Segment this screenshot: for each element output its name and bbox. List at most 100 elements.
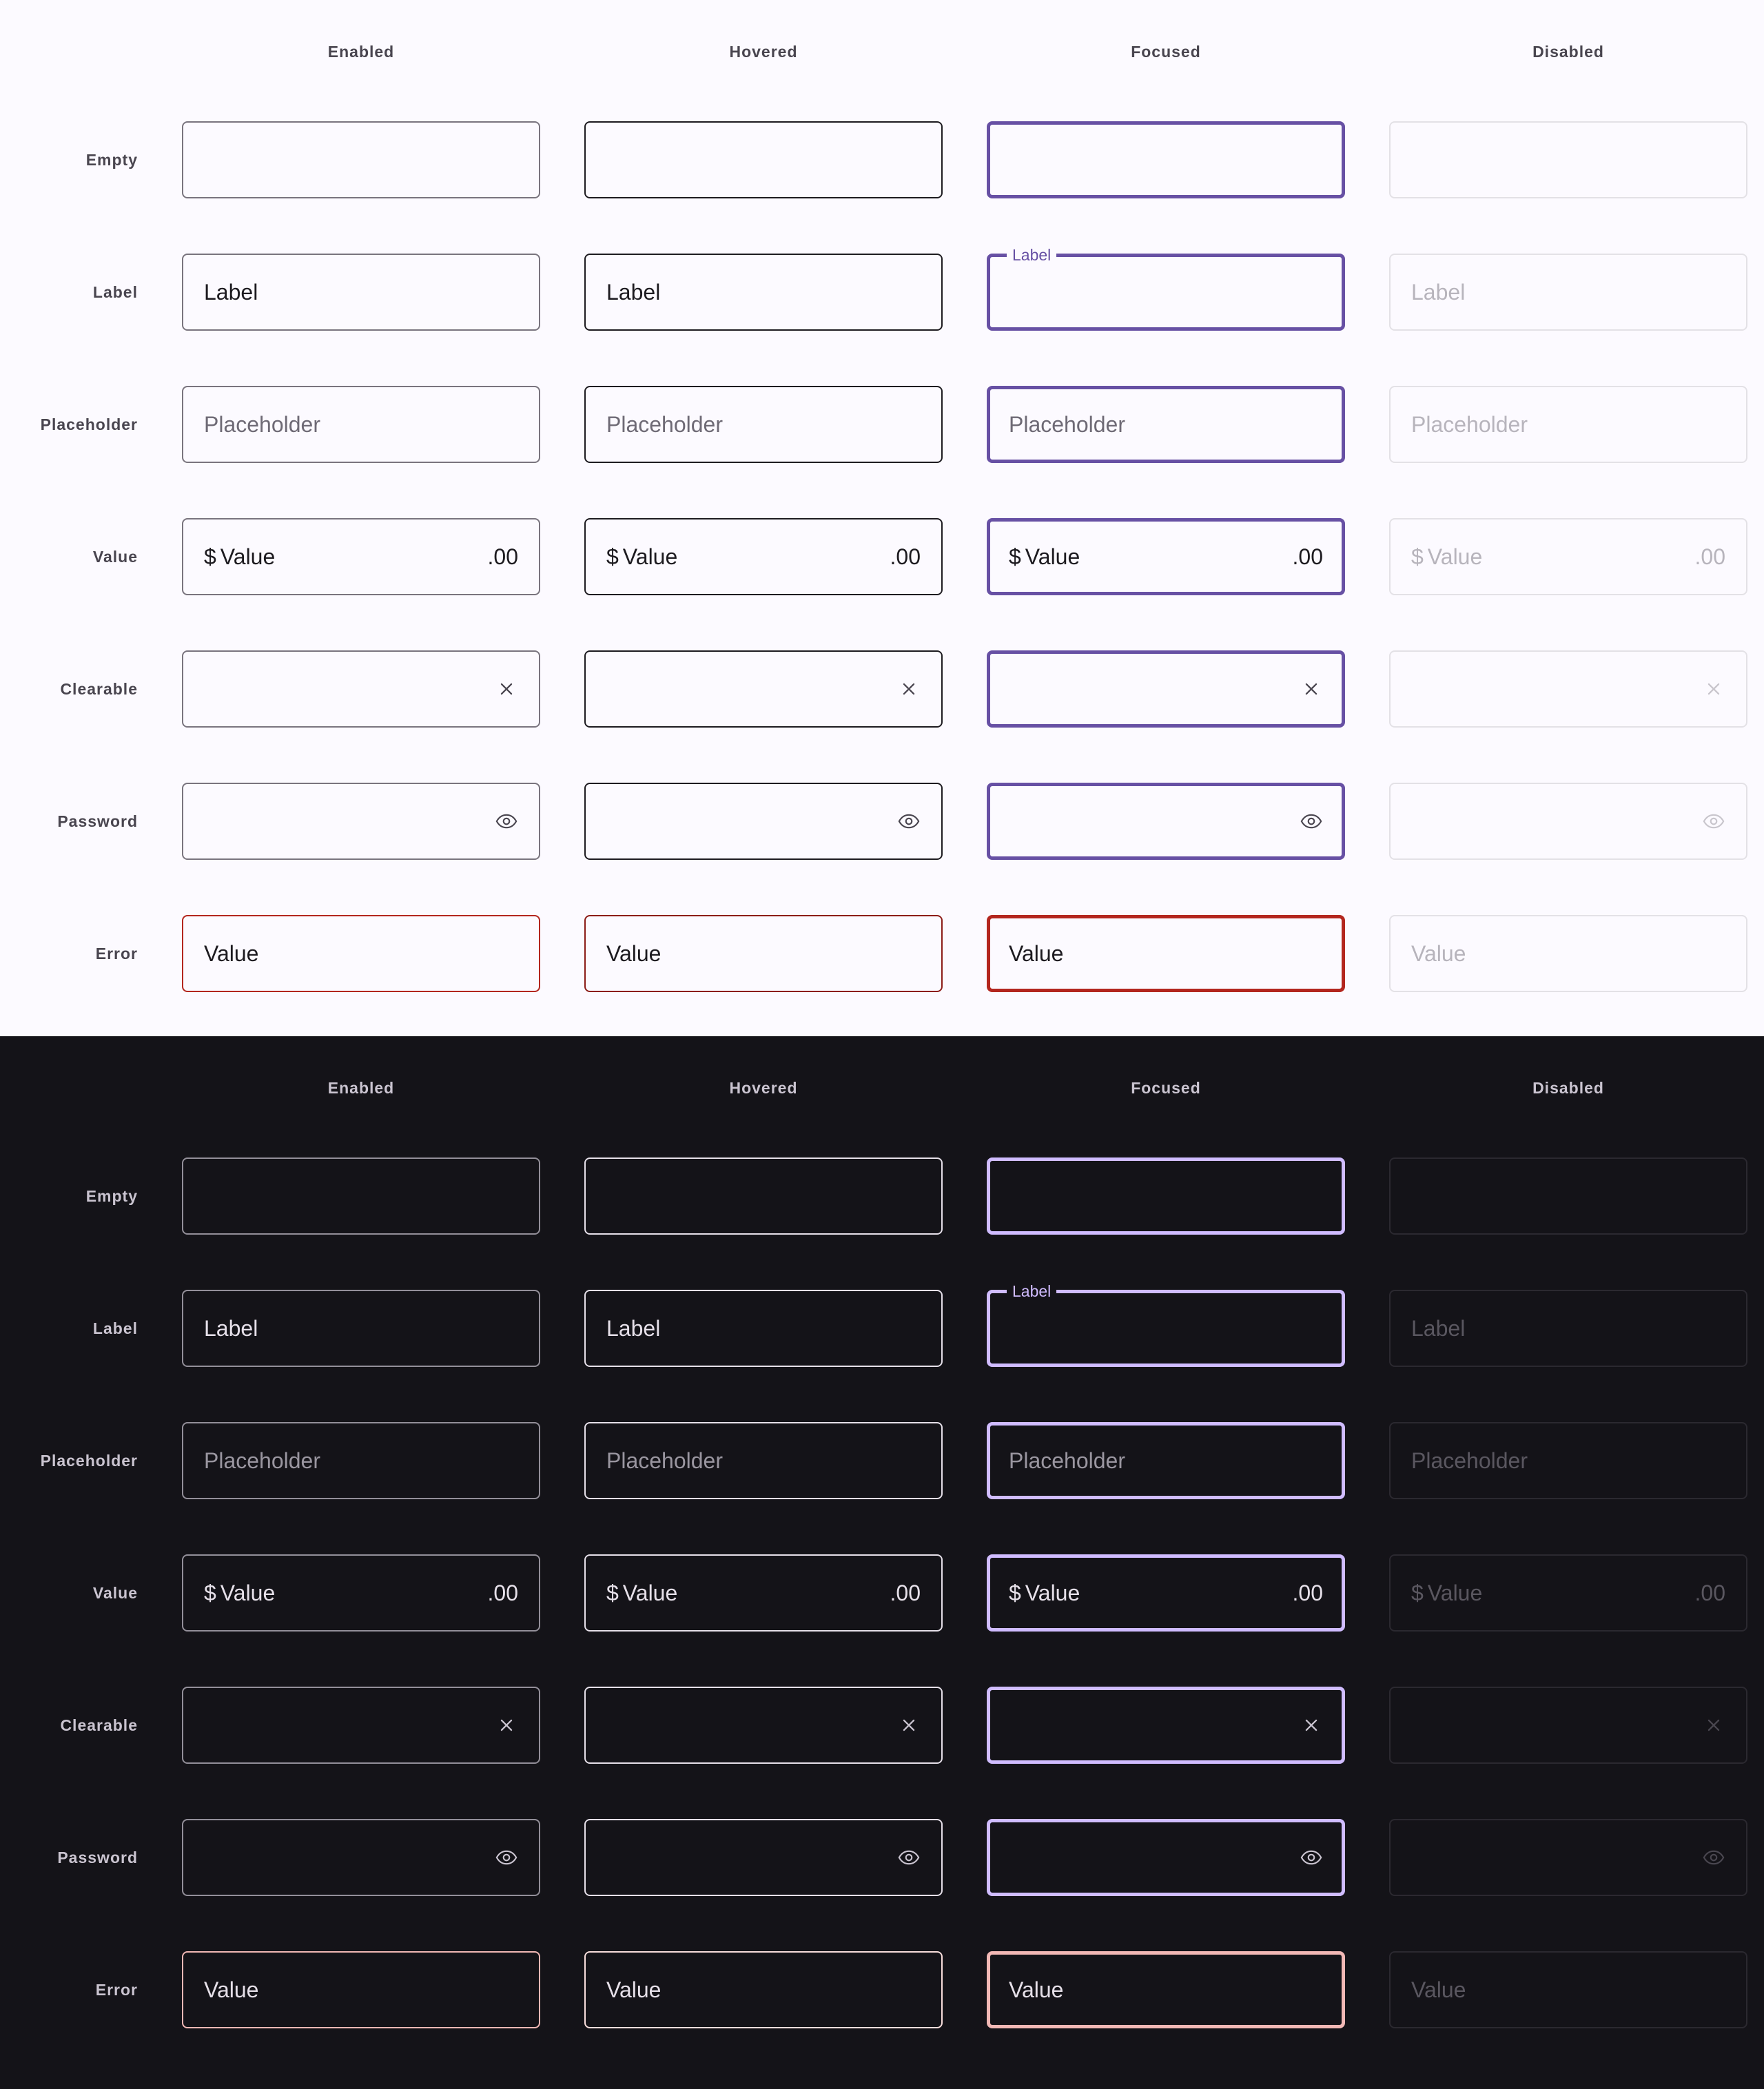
prefix-text: $ [606,544,619,569]
text-field-placeholder-enabled[interactable]: Placeholder [182,1422,540,1499]
row-header-password: Password [57,812,138,830]
column-header-enabled: Enabled [327,43,395,61]
text-field-label-hovered[interactable]: Label [584,1290,943,1367]
text-field-clearable-focused[interactable] [987,650,1345,728]
text-field-password-enabled[interactable] [182,1819,540,1896]
text-field-error-hovered[interactable]: Value [584,1951,943,2028]
text-field-error-enabled[interactable]: Value [182,1951,540,2028]
value-text: Value [1025,544,1080,569]
value-text: Value [1009,940,1064,966]
field-label: Label [606,279,661,305]
text-field-value-hovered[interactable]: $ Value .00 [584,518,943,595]
text-field-password-focused[interactable] [987,783,1345,860]
eye-icon[interactable] [495,1846,518,1869]
text-field-clearable-focused[interactable] [987,1687,1345,1764]
row-header-value: Value [92,548,138,566]
eye-icon[interactable] [897,1846,921,1869]
placeholder-text: Placeholder [1411,411,1528,437]
field-label: Label [1411,279,1466,305]
text-field-label-focused[interactable]: Label [987,245,1345,331]
row-header-empty: Empty [85,151,138,169]
text-field-placeholder-focused[interactable]: Placeholder [987,1422,1345,1499]
text-field-error-hovered[interactable]: Value [584,915,943,992]
row-header-error: Error [95,1981,138,1999]
field-label: Label [204,279,258,305]
value-text: Value [1025,1580,1080,1605]
suffix-text: .00 [890,1580,921,1605]
row-header-clearable: Clearable [60,680,138,698]
floating-label: Label [1007,1281,1057,1301]
close-icon [1702,677,1725,701]
placeholder-text: Placeholder [204,1448,320,1473]
row-header-clearable: Clearable [60,1716,138,1734]
close-icon[interactable] [1300,677,1323,701]
text-field-password-hovered[interactable] [584,783,943,860]
text-field-placeholder-hovered[interactable]: Placeholder [584,386,943,463]
prefix-text: $ [1009,544,1021,569]
text-field-empty-focused[interactable] [987,1157,1345,1235]
text-field-clearable-hovered[interactable] [584,1687,943,1764]
text-field-clearable-hovered[interactable] [584,650,943,728]
value-text: Value [1411,940,1466,966]
text-field-password-enabled[interactable] [182,783,540,860]
text-field-label-focused[interactable]: Label [987,1281,1345,1367]
value-text: Value [622,1580,678,1605]
value-text: Value [204,1977,259,2002]
text-field-placeholder-disabled: Placeholder [1389,386,1747,463]
text-field-placeholder-focused[interactable]: Placeholder [987,386,1345,463]
text-field-empty-hovered[interactable] [584,121,943,198]
placeholder-text: Placeholder [204,411,320,437]
text-field-error-focused[interactable]: Value [987,915,1345,992]
row-header-label: Label [92,283,138,301]
close-icon[interactable] [1300,1714,1323,1737]
eye-icon[interactable] [495,810,518,833]
text-field-label-hovered[interactable]: Label [584,254,943,331]
prefix-text: $ [1009,1580,1021,1605]
floating-label: Label [1007,245,1057,265]
dark-theme-panel: Enabled Hovered Focused Disabled Empty L… [0,1036,1764,2089]
text-field-label-enabled[interactable]: Label [182,254,540,331]
prefix-text: $ [204,544,216,569]
text-field-error-enabled[interactable]: Value [182,915,540,992]
text-field-clearable-enabled[interactable] [182,1687,540,1764]
text-field-clearable-enabled[interactable] [182,650,540,728]
close-icon[interactable] [897,677,921,701]
value-text: Value [606,1977,662,2002]
text-field-placeholder-hovered[interactable]: Placeholder [584,1422,943,1499]
text-field-value-enabled[interactable]: $ Value .00 [182,1554,540,1632]
placeholder-text: Placeholder [606,1448,723,1473]
field-label: Label [1411,1315,1466,1341]
value-text: Value [1427,1580,1483,1605]
text-field-password-focused[interactable] [987,1819,1345,1896]
suffix-text: .00 [1292,1580,1323,1605]
close-icon[interactable] [495,677,518,701]
text-field-value-disabled: $ Value .00 [1389,1554,1747,1632]
eye-icon[interactable] [897,810,921,833]
text-field-value-focused[interactable]: $ Value .00 [987,1554,1345,1632]
suffix-text: .00 [890,544,921,569]
row-header-empty: Empty [85,1187,138,1205]
text-field-empty-focused[interactable] [987,121,1345,198]
column-header-disabled: Disabled [1532,1079,1604,1097]
eye-icon[interactable] [1300,810,1323,833]
text-field-empty-hovered[interactable] [584,1157,943,1235]
text-field-label-disabled: Label [1389,1290,1747,1367]
text-field-empty-disabled [1389,121,1747,198]
eye-icon[interactable] [1300,1846,1323,1869]
row-header-error: Error [95,945,138,963]
text-field-value-hovered[interactable]: $ Value .00 [584,1554,943,1632]
text-field-label-enabled[interactable]: Label [182,1290,540,1367]
text-field-password-hovered[interactable] [584,1819,943,1896]
close-icon[interactable] [897,1714,921,1737]
text-field-empty-enabled[interactable] [182,1157,540,1235]
text-field-value-focused[interactable]: $ Value .00 [987,518,1345,595]
prefix-text: $ [606,1580,619,1605]
placeholder-text: Placeholder [606,411,723,437]
column-header-focused: Focused [1131,1079,1201,1097]
text-field-value-enabled[interactable]: $ Value .00 [182,518,540,595]
close-icon[interactable] [495,1714,518,1737]
text-field-empty-enabled[interactable] [182,121,540,198]
text-field-placeholder-enabled[interactable]: Placeholder [182,386,540,463]
value-text: Value [622,544,678,569]
text-field-error-focused[interactable]: Value [987,1951,1345,2028]
